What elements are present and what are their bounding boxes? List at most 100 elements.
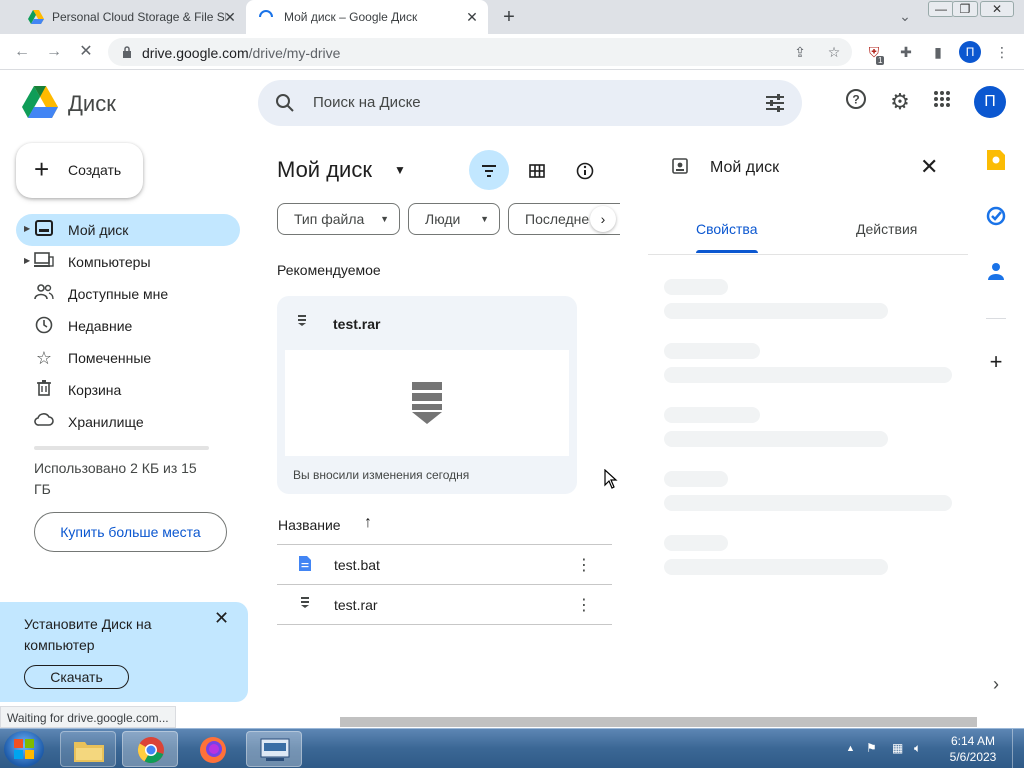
- sidebar-item-label: Доступные мне: [68, 286, 169, 302]
- people-icon: [34, 284, 54, 304]
- action-center-flag-icon[interactable]: ⚑: [866, 741, 877, 755]
- sidebar-item-computers[interactable]: ▶ Компьютеры: [16, 246, 240, 278]
- browser-menu-icon[interactable]: ⋮: [992, 42, 1012, 62]
- taskbar-clock[interactable]: 6:14 AM 5/6/2023: [946, 733, 1000, 765]
- document-icon: [297, 556, 313, 572]
- tab-activity[interactable]: Действия: [856, 221, 917, 237]
- bookmark-star-icon[interactable]: ☆: [824, 42, 844, 62]
- buy-storage-button[interactable]: Купить больше места: [34, 512, 227, 552]
- network-icon[interactable]: ▦: [892, 741, 903, 755]
- back-arrow-icon[interactable]: ←: [12, 42, 32, 62]
- sidebar-item-recent[interactable]: Недавние: [16, 310, 240, 342]
- suggested-file-card[interactable]: test.rar Вы вносили изменения сегодня: [277, 296, 577, 494]
- new-tab-button[interactable]: +: [498, 6, 520, 28]
- search-input[interactable]: Поиск на Диске: [313, 94, 421, 111]
- sort-ascending-arrow-icon[interactable]: ↑: [364, 514, 372, 532]
- firefox-icon: [200, 737, 226, 763]
- tab-personal-cloud-storage[interactable]: Personal Cloud Storage & File Sh ✕: [8, 0, 246, 34]
- file-row[interactable]: test.bat ⋮: [277, 544, 612, 584]
- horizontal-scrollbar[interactable]: [340, 717, 977, 727]
- show-desktop-button[interactable]: [1012, 729, 1024, 769]
- search-bar[interactable]: Поиск на Диске: [258, 80, 802, 126]
- help-icon[interactable]: ?: [842, 88, 870, 116]
- browser-profile-avatar[interactable]: П: [959, 41, 981, 63]
- close-window-button[interactable]: ✕: [980, 1, 1014, 17]
- rail-divider: [986, 318, 1006, 319]
- tab-search-chevron-icon[interactable]: ⌄: [895, 6, 915, 26]
- contacts-icon[interactable]: [984, 262, 1008, 286]
- search-icon[interactable]: [275, 93, 295, 113]
- stop-loading-icon[interactable]: ✕: [76, 42, 96, 62]
- apps-grid-icon[interactable]: [928, 88, 956, 116]
- create-new-button[interactable]: + Создать: [16, 143, 143, 198]
- close-details-icon[interactable]: ✕: [920, 154, 938, 180]
- extension-badge: 1: [876, 56, 885, 65]
- side-panel-rail: + ›: [976, 136, 1016, 696]
- archive-large-icon: [412, 382, 442, 424]
- windows-taskbar: ▲ ⚑ ▦ 🔈︎ 6:14 AM 5/6/2023: [0, 728, 1024, 769]
- lock-icon[interactable]: [122, 46, 132, 58]
- sidebar-item-label: Хранилище: [68, 414, 144, 430]
- tab-my-drive[interactable]: Мой диск – Google Диск ✕: [246, 0, 488, 34]
- minimize-window-button[interactable]: —: [928, 1, 954, 17]
- close-tab-icon[interactable]: ✕: [464, 9, 480, 25]
- taskbar-firefox-button[interactable]: [184, 731, 240, 767]
- google-drive-logo[interactable]: [22, 86, 58, 118]
- close-banner-icon[interactable]: ✕: [214, 608, 229, 629]
- taskbar-app-button[interactable]: [246, 731, 302, 767]
- expand-arrow-icon[interactable]: ▶: [24, 256, 30, 265]
- taskbar-explorer-button[interactable]: [60, 731, 116, 767]
- loading-placeholder: [664, 303, 888, 319]
- taskbar-chrome-button[interactable]: [122, 731, 178, 767]
- caret-down-icon: ▼: [380, 214, 389, 224]
- chrome-icon: [137, 737, 164, 764]
- browser-status-bar: Waiting for drive.google.com...: [0, 706, 176, 728]
- sidebar-item-label: Корзина: [68, 382, 122, 398]
- sidebar-item-trash[interactable]: Корзина: [16, 374, 240, 406]
- close-tab-icon[interactable]: ✕: [222, 9, 238, 25]
- sidebar-item-storage[interactable]: Хранилище: [16, 406, 240, 438]
- install-banner-message: Установите Диск на компьютер: [24, 616, 152, 653]
- restore-window-button[interactable]: ❐: [952, 1, 978, 17]
- download-button[interactable]: Скачать: [24, 665, 129, 689]
- side-panel-icon[interactable]: ▮: [928, 42, 948, 62]
- add-addon-plus-icon[interactable]: +: [984, 350, 1008, 374]
- show-hidden-icons-icon[interactable]: ▲: [846, 743, 855, 753]
- keep-notes-icon[interactable]: [984, 150, 1008, 174]
- sidebar-item-label: Помеченные: [68, 350, 152, 366]
- app-name: Диск: [68, 91, 116, 116]
- extensions-puzzle-icon[interactable]: ✚: [896, 42, 916, 62]
- filter-chip-people[interactable]: Люди ▼: [408, 203, 500, 235]
- search-options-icon[interactable]: [765, 94, 785, 112]
- details-panel: Мой диск ✕ Свойства Действия: [648, 136, 968, 696]
- more-options-icon[interactable]: ⋮: [576, 595, 592, 615]
- loading-placeholder: [664, 279, 728, 295]
- install-drive-banner: Установите Диск на компьютер ✕ Скачать: [0, 602, 248, 702]
- name-column-header[interactable]: Название: [278, 517, 341, 533]
- sidebar-item-shared-with-me[interactable]: Доступные мне: [16, 278, 240, 310]
- expand-arrow-icon[interactable]: ▶: [24, 224, 30, 233]
- file-row[interactable]: test.rar ⋮: [277, 584, 612, 624]
- loading-placeholder: [664, 495, 952, 511]
- windows-start-button[interactable]: [4, 731, 44, 767]
- loading-placeholder: [664, 343, 760, 359]
- sidebar-item-my-drive[interactable]: ▶ Мой диск: [16, 214, 240, 246]
- chip-label: Последне: [525, 211, 590, 227]
- forward-arrow-icon[interactable]: →: [44, 42, 64, 62]
- more-options-icon[interactable]: ⋮: [576, 555, 592, 575]
- settings-gear-icon[interactable]: ⚙: [886, 88, 914, 116]
- expand-side-panel-chevron-icon[interactable]: ›: [984, 672, 1008, 696]
- tasks-icon[interactable]: [984, 206, 1008, 230]
- sidebar-item-label: Мой диск: [68, 222, 129, 238]
- filter-chip-file-type[interactable]: Тип файла ▼: [277, 203, 400, 235]
- account-avatar[interactable]: П: [974, 86, 1006, 118]
- file-name: test.bat: [334, 557, 380, 573]
- drive-icon: [34, 220, 54, 240]
- loading-placeholder: [664, 431, 888, 447]
- share-icon[interactable]: ⇪: [790, 42, 810, 62]
- chevron-right-icon[interactable]: ›: [590, 206, 616, 232]
- volume-icon[interactable]: 🔈︎: [914, 741, 921, 756]
- sidebar-item-starred[interactable]: ☆ Помеченные: [16, 342, 240, 374]
- tab-properties[interactable]: Свойства: [696, 221, 757, 237]
- address-bar[interactable]: drive.google.com/drive/my-drive ⇪ ☆: [108, 38, 852, 66]
